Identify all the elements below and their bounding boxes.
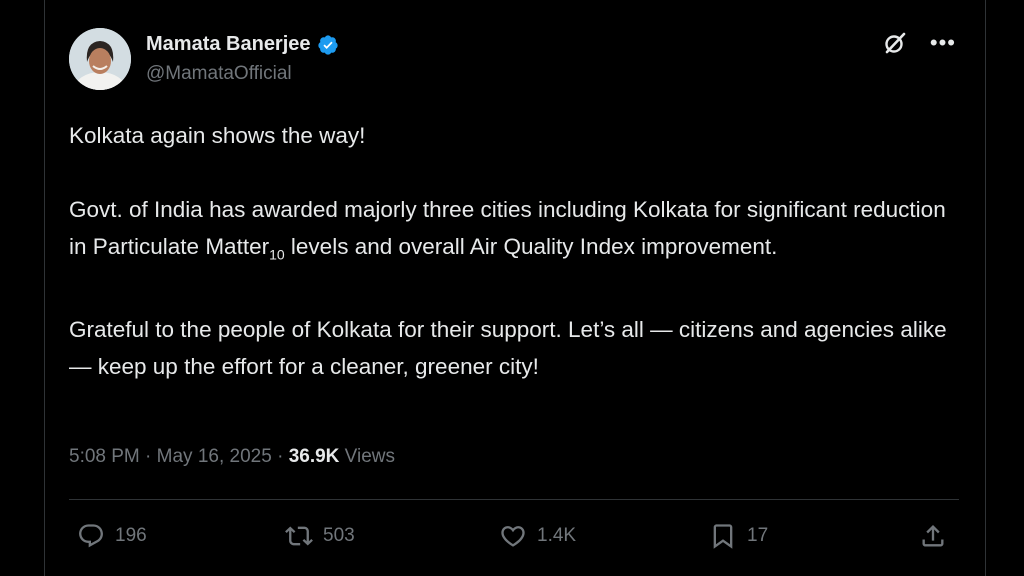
tweet-date[interactable]: May 16, 2025	[157, 446, 272, 467]
tweet-actions: 196 503 1.4K 17	[69, 522, 959, 556]
more-icon[interactable]: •••	[930, 30, 956, 56]
bookmark-count: 17	[747, 525, 769, 546]
reply-count: 196	[115, 525, 147, 546]
author-handle[interactable]: @MamataOfficial	[146, 63, 292, 85]
meta-separator: ·	[271, 446, 289, 467]
tweet-top-actions: •••	[882, 30, 956, 56]
views-count: 36.9K	[288, 446, 340, 467]
tweet-line-1: Kolkata again shows the way!	[69, 123, 366, 148]
views-label: Views	[339, 446, 396, 467]
meta-separator: ·	[139, 446, 157, 467]
tweet-paragraph-2: Govt. of India has awarded majorly three…	[69, 191, 969, 274]
like-icon	[501, 526, 525, 547]
author-name-row[interactable]: Mamata Banerjee	[146, 33, 339, 56]
like-count: 1.4K	[537, 525, 577, 546]
tweet-meta: 5:08 PM · May 16, 2025 · 36.9K Views	[69, 446, 395, 468]
share-icon	[922, 525, 944, 547]
repost-count: 503	[323, 525, 355, 546]
tweet-paragraph-3: Grateful to the people of Kolkata for th…	[69, 316, 947, 379]
verified-icon	[317, 34, 338, 55]
reply-icon	[79, 524, 103, 548]
bookmark-button[interactable]: 17	[709, 522, 768, 550]
tweet-text: Kolkata again shows the way! Govt. of In…	[69, 117, 969, 385]
divider	[69, 499, 959, 500]
tweet-subscript: 10	[269, 246, 285, 263]
like-button[interactable]: 1.4K	[499, 522, 576, 550]
tweet-paragraph-2-b: levels and overall Air Quality Index imp…	[284, 234, 778, 259]
reply-button[interactable]: 196	[77, 522, 147, 550]
tweet-time[interactable]: 5:08 PM	[69, 446, 140, 467]
avatar[interactable]	[69, 28, 131, 90]
grok-icon[interactable]	[882, 30, 908, 56]
repost-icon	[285, 526, 313, 546]
repost-button[interactable]: 503	[285, 522, 355, 550]
share-button[interactable]	[919, 522, 947, 550]
bookmark-icon	[713, 524, 733, 549]
author-name[interactable]: Mamata Banerjee	[146, 33, 311, 56]
